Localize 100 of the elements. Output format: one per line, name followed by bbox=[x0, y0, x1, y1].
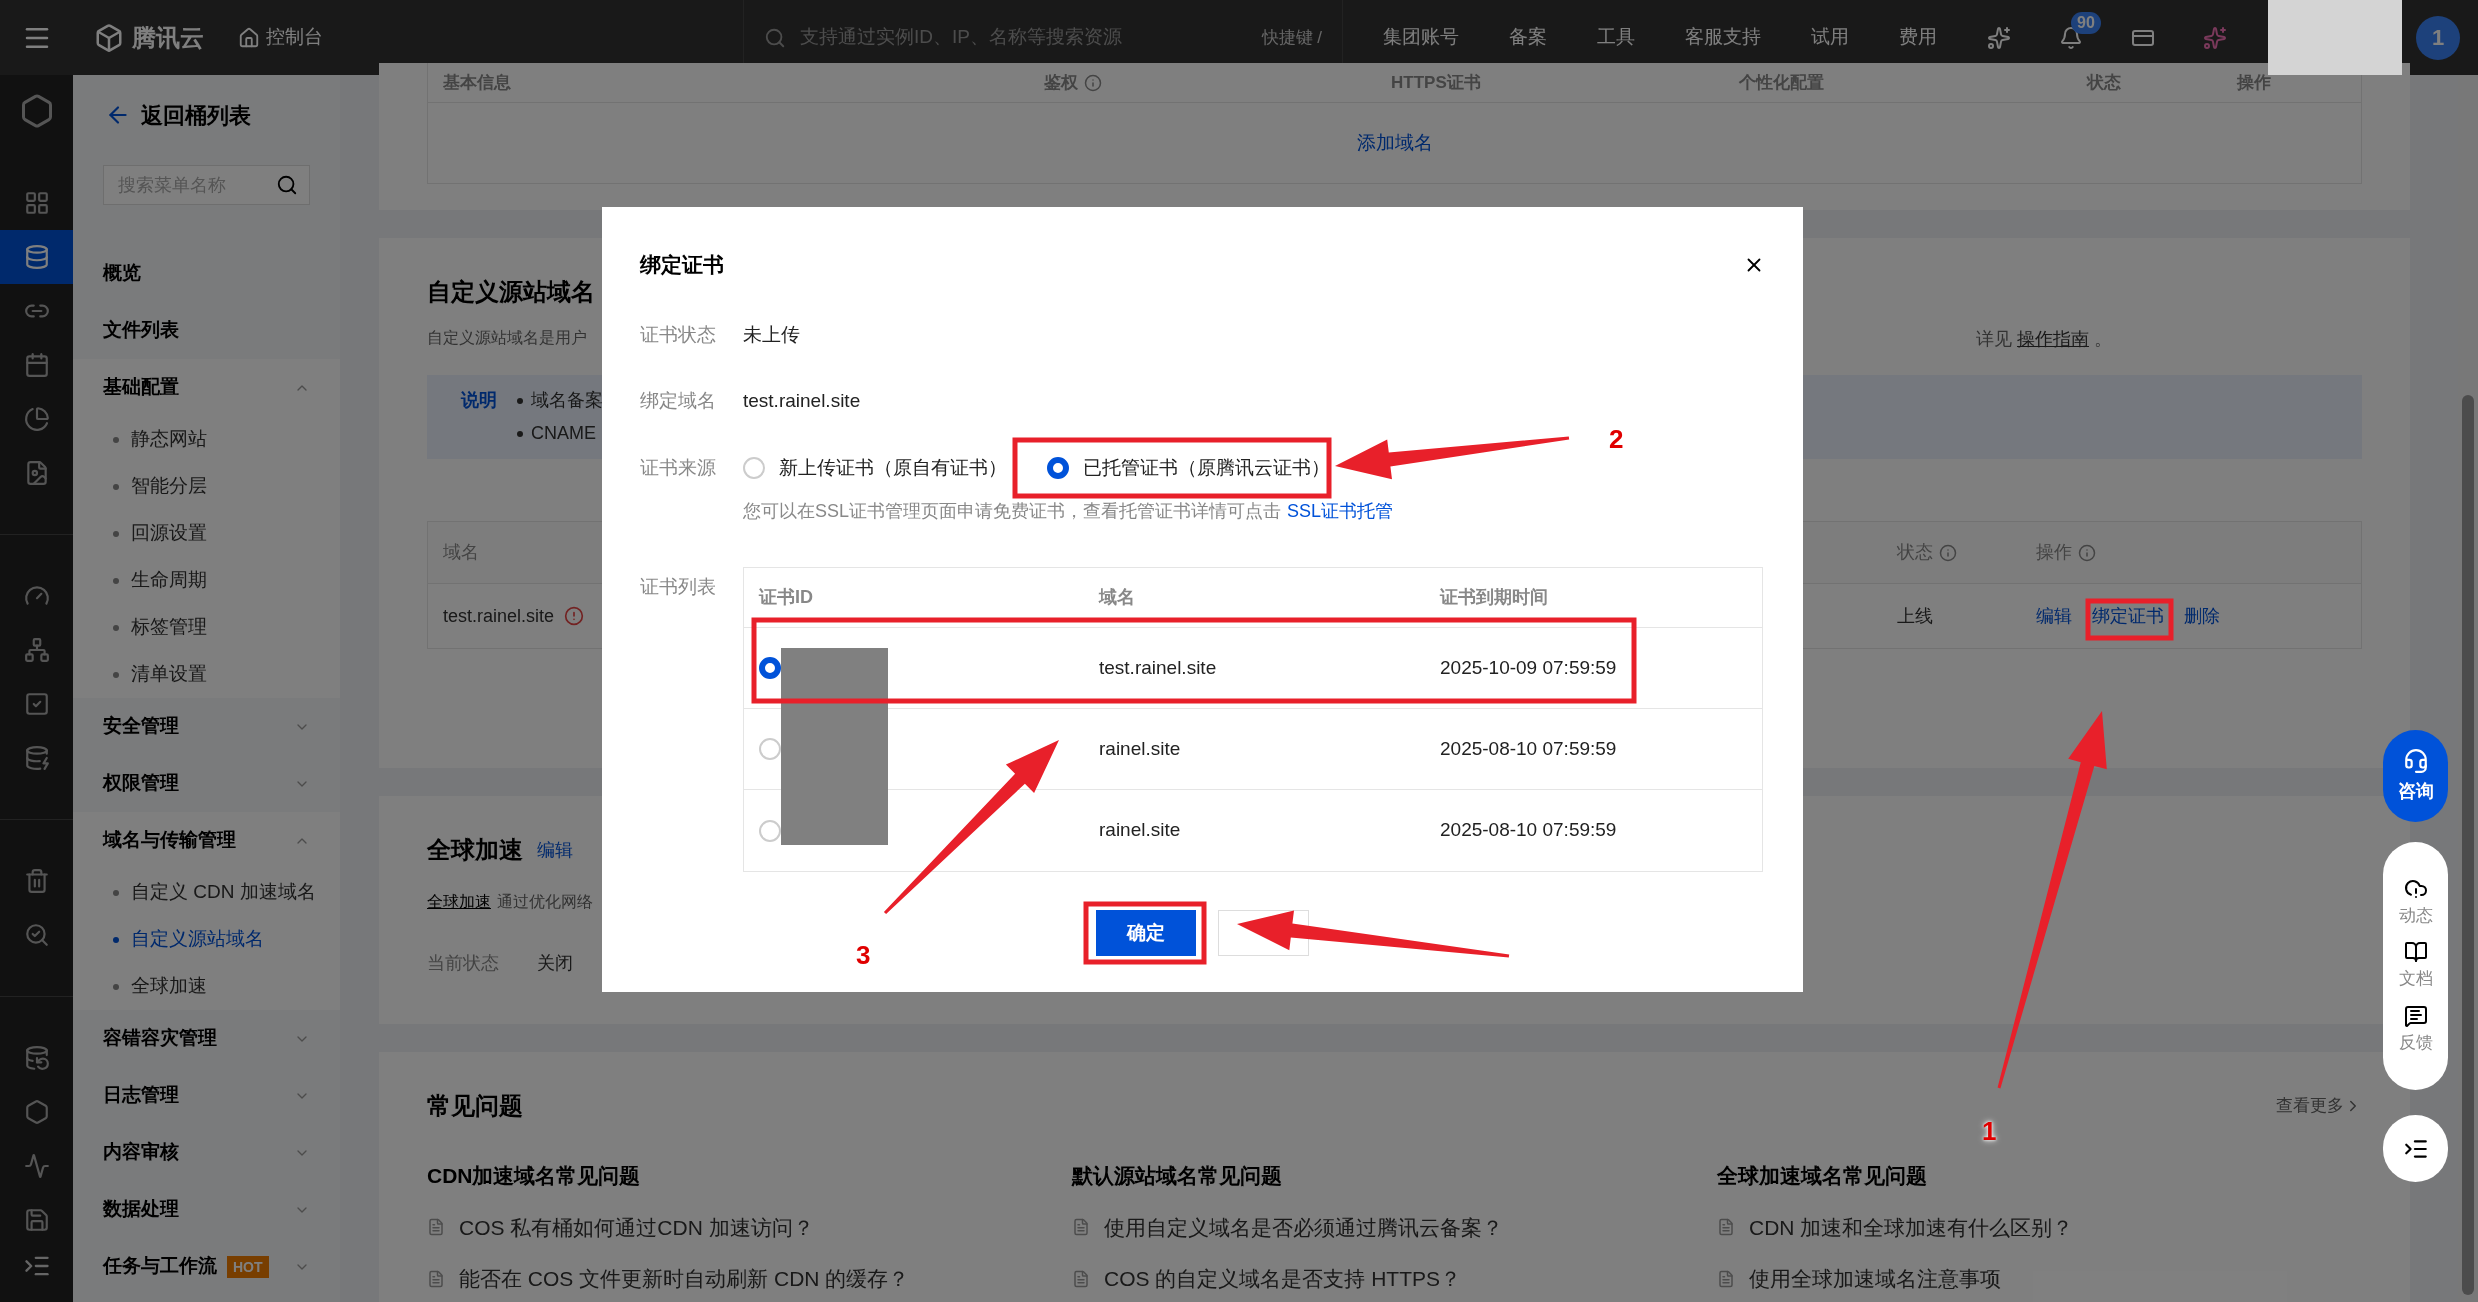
rail-item[interactable] bbox=[0, 230, 73, 284]
add-domain-link[interactable]: 添加域名 bbox=[1356, 128, 1433, 158]
sidebar-group[interactable]: 任务与工作流 HOT bbox=[73, 1238, 340, 1295]
column-header: 状态 bbox=[1897, 541, 1933, 564]
faq-heading: 默认源站域名常见问题 bbox=[1072, 1163, 1283, 1189]
nav-link[interactable]: 客服支持 bbox=[1685, 23, 1761, 52]
guide-link[interactable]: 操作指南 bbox=[2017, 329, 2089, 349]
grid-icon bbox=[23, 190, 50, 216]
radio-button[interactable] bbox=[1047, 456, 1069, 479]
action-link[interactable]: 绑定证书 bbox=[2092, 602, 2164, 630]
sidebar-subitem[interactable]: 静态网站 bbox=[73, 416, 340, 463]
notice-bullet: CNAME bbox=[531, 422, 596, 445]
nav-link[interactable]: 试用 bbox=[1811, 23, 1849, 52]
sidebar-subitem[interactable]: 智能分层 bbox=[73, 463, 340, 510]
trash-icon bbox=[23, 868, 50, 894]
group-label: 安全管理 bbox=[103, 714, 179, 739]
sidebar-subitem[interactable]: 生命周期 bbox=[73, 557, 340, 604]
table-cell-text: 上线 bbox=[1897, 604, 1934, 628]
database-icon bbox=[23, 1045, 50, 1071]
column-header: 操作 bbox=[2237, 71, 2271, 94]
console-link[interactable]: 控制台 bbox=[238, 23, 323, 52]
column-header: 操作 bbox=[2036, 541, 2072, 564]
edit-link[interactable]: 编辑 bbox=[537, 836, 573, 864]
action-link[interactable]: 删除 bbox=[2184, 602, 2220, 630]
section-title: 常见问题 bbox=[427, 1091, 523, 1121]
description-text: 详见 操作指南 。 bbox=[1975, 328, 2112, 351]
book-icon bbox=[2403, 940, 2428, 965]
back-link[interactable]: 返回桶列表 bbox=[73, 75, 340, 155]
faq-link[interactable]: COS 的自定义域名是否支持 HTTPS？ bbox=[1072, 1263, 1717, 1295]
consult-button[interactable]: 咨询 bbox=[2383, 730, 2448, 822]
document-icon bbox=[1717, 1269, 1735, 1288]
save-icon bbox=[23, 1207, 50, 1233]
sidebar-group[interactable]: 容错容灾管理 bbox=[73, 1010, 340, 1067]
info-icon bbox=[2078, 543, 2096, 562]
confirm-button[interactable]: 确定 bbox=[1096, 910, 1196, 956]
see-more-link[interactable]: 查看更多 bbox=[2276, 1093, 2362, 1119]
sidebar-group[interactable]: 权限管理 bbox=[73, 755, 340, 812]
faq-link[interactable]: COS 私有桶如何通过CDN 加速访问？ bbox=[427, 1211, 1072, 1243]
sidebar-subitem[interactable]: 全球加速 bbox=[73, 963, 340, 1010]
faq-link[interactable]: 使用全球加速域名注意事项 bbox=[1717, 1263, 2362, 1295]
sidebar-group[interactable]: 内容审核 bbox=[73, 1124, 340, 1181]
pie-chart-icon bbox=[23, 406, 50, 432]
sidebar-item[interactable]: 概览 bbox=[73, 245, 340, 302]
table-cell-text: rainel.site bbox=[1099, 818, 1182, 843]
section-title: 自定义源站域名 bbox=[427, 277, 596, 307]
description-text: 自定义源站域名是用户 bbox=[427, 328, 587, 348]
field-value: 未上传 bbox=[743, 322, 800, 347]
sidebar-subitem[interactable]: 自定义源站域名 bbox=[73, 916, 340, 963]
sidebar-group[interactable]: 数据处理 bbox=[73, 1181, 340, 1238]
group-label: 数据处理 bbox=[103, 1197, 179, 1222]
dialog-title: 绑定证书 bbox=[640, 252, 724, 278]
tool-link[interactable]: 文档 bbox=[2398, 940, 2433, 992]
notification-badge: 90 bbox=[2071, 11, 2101, 34]
column-header: 状态 bbox=[2087, 71, 2121, 94]
faq-link[interactable]: 能否在 COS 文件更新时自动刷新 CDN 的缓存？ bbox=[427, 1263, 1072, 1295]
acceleration-link[interactable]: 全球加速 bbox=[427, 890, 491, 914]
faq-heading: CDN加速域名常见问题 bbox=[427, 1163, 642, 1189]
nav-link[interactable]: 备案 bbox=[1509, 23, 1547, 52]
hint-text: 您可以在SSL证书管理页面申请免费证书，查看托管证书详情可点击 SSL证书托管 bbox=[743, 501, 1394, 521]
sidebar-subitem[interactable]: 回源设置 bbox=[73, 510, 340, 557]
tool-link[interactable]: 反馈 bbox=[2398, 1003, 2433, 1056]
scrollbar-thumb[interactable] bbox=[2462, 395, 2474, 1295]
section-title: 全球加速 bbox=[427, 835, 523, 865]
nav-link[interactable]: 费用 bbox=[1899, 23, 1937, 52]
field-label: 当前状态 bbox=[427, 952, 499, 975]
checkbox-icon bbox=[23, 691, 50, 717]
sidebar-subitem[interactable]: 清单设置 bbox=[73, 651, 340, 698]
table-cell-text: rainel.site bbox=[1099, 736, 1182, 761]
group-label: 基础配置 bbox=[103, 375, 179, 400]
sidebar-group[interactable]: 日志管理 bbox=[73, 1067, 340, 1124]
radio-option[interactable]: 新上传证书（原自有证书） bbox=[743, 453, 1007, 482]
step-number: 3 bbox=[856, 939, 871, 972]
faq-link[interactable]: 使用自定义域名是否必须通过腾讯云备案？ bbox=[1072, 1211, 1717, 1243]
column-header: 基本信息 bbox=[443, 71, 511, 94]
nav-link[interactable]: 工具 bbox=[1597, 23, 1635, 52]
info-icon bbox=[1939, 543, 1957, 562]
sidebar-item[interactable]: 文件列表 bbox=[73, 302, 340, 359]
column-header: 域名 bbox=[443, 541, 479, 564]
hot-badge: HOT bbox=[227, 1255, 269, 1278]
tool-link[interactable]: 动态 bbox=[2398, 876, 2433, 929]
sparkle-icon[interactable] bbox=[2203, 25, 2227, 50]
group-label: 内容审核 bbox=[103, 1140, 179, 1165]
sidebar-group[interactable]: 安全管理 bbox=[73, 698, 340, 755]
action-link[interactable]: 编辑 bbox=[2036, 602, 2072, 630]
sidebar-group[interactable]: 基础配置 bbox=[73, 359, 340, 416]
headset-icon bbox=[2402, 747, 2429, 774]
search-icon bbox=[23, 922, 50, 948]
sidebar-group[interactable]: 域名与传输管理 bbox=[73, 812, 340, 869]
sidebar-subitem[interactable]: 标签管理 bbox=[73, 604, 340, 651]
radio-option[interactable]: 已托管证书（原腾讯云证书） bbox=[1047, 453, 1330, 482]
column-header: 证书ID bbox=[759, 586, 814, 609]
column-header: 域名 bbox=[1099, 586, 1136, 609]
group-label: 容错容灾管理 bbox=[103, 1026, 217, 1051]
nav-link[interactable]: 集团账号 bbox=[1383, 23, 1459, 52]
faq-link[interactable]: CDN 加速和全球加速有什么区别？ bbox=[1717, 1211, 2362, 1243]
table-cell-text: test.rainel.site bbox=[1099, 655, 1218, 680]
ssl-link[interactable]: SSL证书托管 bbox=[1287, 501, 1394, 521]
avatar[interactable]: 1 bbox=[2416, 15, 2460, 60]
radio-button[interactable] bbox=[759, 657, 781, 679]
sidebar-subitem[interactable]: 自定义 CDN 加速域名 bbox=[73, 869, 340, 916]
